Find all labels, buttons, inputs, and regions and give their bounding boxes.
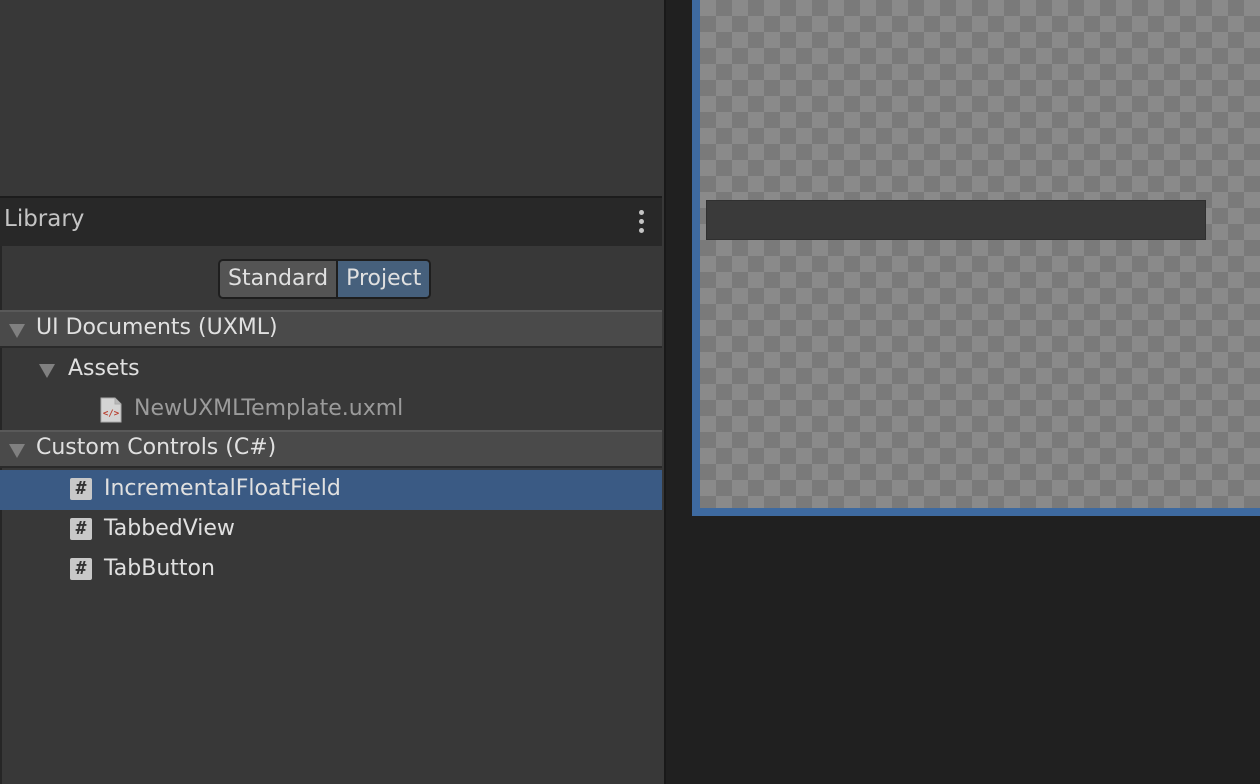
control-item-incremental-float-field[interactable]: # IncrementalFloatField [0, 470, 662, 510]
section-label: Custom Controls (C#) [36, 435, 277, 460]
csharp-script-icon: # [70, 558, 92, 580]
folder-label: Assets [68, 356, 140, 381]
canvas-visual-element[interactable] [706, 200, 1206, 240]
control-item-tab-button[interactable]: # TabButton [0, 550, 662, 590]
library-tab-strip: Standard Project [218, 259, 432, 299]
kebab-menu-icon[interactable] [636, 210, 646, 236]
control-label: TabButton [104, 556, 215, 581]
control-item-tabbed-view[interactable]: # TabbedView [0, 510, 662, 550]
tree-folder-assets[interactable]: Assets [0, 350, 662, 390]
uxml-file-icon: </> [100, 397, 122, 423]
expand-triangle-icon[interactable] [9, 444, 25, 458]
section-label: UI Documents (UXML) [36, 315, 278, 340]
library-header: Library [0, 196, 662, 246]
csharp-script-icon: # [70, 518, 92, 540]
expand-triangle-icon[interactable] [39, 364, 55, 378]
section-ui-documents[interactable]: UI Documents (UXML) [0, 310, 662, 348]
tab-standard[interactable]: Standard [220, 261, 337, 297]
panel-splitter[interactable] [664, 0, 666, 784]
control-label: IncrementalFloatField [104, 476, 341, 501]
csharp-script-icon: # [70, 478, 92, 500]
expand-triangle-icon[interactable] [9, 324, 25, 338]
tab-project[interactable]: Project [336, 261, 430, 297]
hierarchy-panel [0, 0, 662, 196]
svg-text:</>: </> [103, 409, 120, 419]
library-title: Library [4, 206, 85, 232]
section-custom-controls[interactable]: Custom Controls (C#) [0, 430, 662, 468]
file-label: NewUXMLTemplate.uxml [134, 396, 404, 421]
canvas-viewport[interactable] [692, 0, 1260, 516]
tree-item-uxml-file[interactable]: </> NewUXMLTemplate.uxml [0, 390, 662, 430]
control-label: TabbedView [104, 516, 235, 541]
